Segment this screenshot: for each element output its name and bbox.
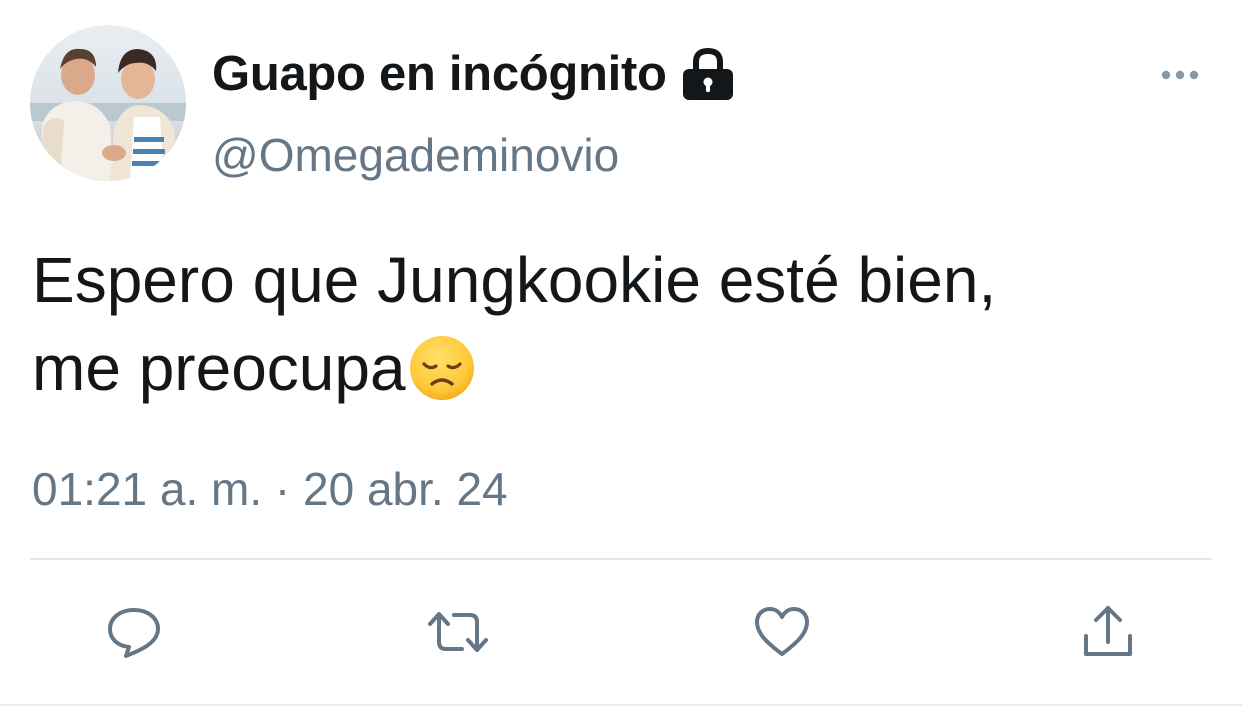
like-button[interactable] [750,600,814,664]
reply-icon [108,608,160,658]
avatar-image [30,25,186,181]
tweet-timestamp[interactable]: 01:21 a. m. · 20 abr. 24 [32,462,508,516]
share-button[interactable] [1076,600,1140,664]
tweet-text-line-1: Espero que Jungkookie esté bien, [32,244,997,316]
display-name[interactable]: Guapo en incógnito [212,42,735,106]
user-handle[interactable]: @Omegademinovio [212,128,619,182]
divider [30,558,1212,560]
lock-icon [681,46,735,102]
retweet-icon [428,612,488,652]
more-options-icon[interactable] [1152,62,1208,88]
reply-button[interactable] [102,600,166,664]
retweet-button[interactable] [426,600,490,664]
display-name-text: Guapo en incógnito [212,47,667,101]
avatar[interactable] [30,25,186,181]
bottom-divider [0,704,1242,706]
tweet-text: Espero que Jungkookie esté bien, me preo… [32,236,1222,424]
disappointed-face-emoji-icon [408,334,476,424]
heart-icon [755,607,809,656]
share-icon [1084,606,1132,656]
tweet-text-line-2-text: me preocupa [32,332,406,404]
tweet-text-line-2: me preocupa [32,324,1222,424]
